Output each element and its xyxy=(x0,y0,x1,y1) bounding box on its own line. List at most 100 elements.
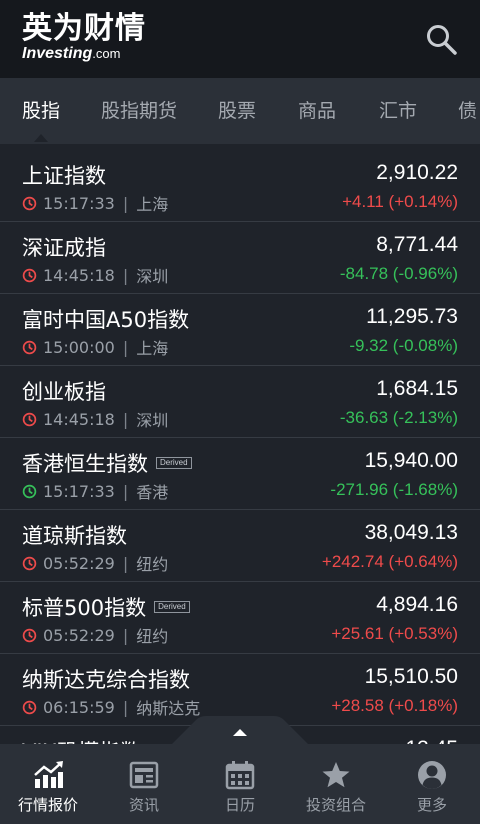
nav-more-label: 更多 xyxy=(416,796,447,814)
index-name-text: 创业板指 xyxy=(22,380,106,404)
meta-separator: | xyxy=(122,697,129,717)
category-tabs: 股指 股指期货 股票 商品 汇市 债 xyxy=(0,78,480,144)
index-price: 15,510.50 xyxy=(364,665,458,688)
clock-icon xyxy=(22,556,37,570)
meta-separator: | xyxy=(122,553,129,573)
calendar-icon xyxy=(225,761,255,790)
meta-separator: | xyxy=(122,481,129,501)
nav-quotes-label: 行情报价 xyxy=(17,796,78,814)
index-list: 上证指数 15:17:33 | 上海 2,910.22 +4.11 (+0.14%) 深证成… xyxy=(0,150,480,744)
index-market: 深圳 xyxy=(136,411,169,430)
index-time: 14:45:18 xyxy=(43,409,115,429)
nav-portfolio-label: 投资组合 xyxy=(305,796,366,814)
index-name-text: 纳斯达克综合指数 xyxy=(22,668,190,692)
clock-icon xyxy=(22,484,37,498)
derived-badge: Derived xyxy=(154,601,190,613)
index-time: 05:52:29 xyxy=(43,553,115,573)
index-name: 创业板指 xyxy=(22,376,106,406)
index-name: 道琼斯指数 xyxy=(22,520,127,550)
meta-separator: | xyxy=(122,337,129,357)
index-price: 1,684.15 xyxy=(376,377,458,400)
index-price: 15,940.00 xyxy=(364,449,458,472)
index-change: -36.63 (-2.13%) xyxy=(339,408,458,427)
index-row[interactable]: 标普500指数 Derived 05:52:29 | 纽约 4,894.16 +25.61 … xyxy=(0,582,480,654)
index-price: 38,049.13 xyxy=(364,521,458,544)
clock-icon xyxy=(22,196,37,210)
index-time: 05:52:29 xyxy=(43,625,115,645)
index-row[interactable]: 富时中国A50指数 15:00:00 | 上海 11,295.73 -9.32 (-0.0… xyxy=(0,294,480,366)
index-price: 8,771.44 xyxy=(376,233,458,256)
index-market: 上海 xyxy=(136,339,169,358)
index-market: 香港 xyxy=(136,483,169,502)
index-meta: 15:17:33 | 上海 xyxy=(22,191,168,215)
index-market: 纽约 xyxy=(136,555,169,574)
tab-index-futures[interactable]: 股指期货 xyxy=(101,78,177,144)
logo-chinese: 英为财情 xyxy=(22,11,146,46)
clock-icon xyxy=(22,268,37,282)
user-icon xyxy=(418,761,446,789)
index-meta: 15:17:33 | 香港 xyxy=(22,479,168,503)
meta-separator: | xyxy=(122,409,129,429)
index-name-text: 富时中国A50指数 xyxy=(22,308,190,332)
index-time: 15:00:00 xyxy=(43,337,115,357)
index-change: +28.58 (+0.18%) xyxy=(331,696,458,715)
nav-portfolio[interactable]: 投资组合 xyxy=(288,744,384,824)
index-change: -84.78 (-0.96%) xyxy=(339,264,458,283)
index-name: VIX恐慌指数 xyxy=(22,736,141,744)
meta-separator: | xyxy=(122,193,129,213)
star-icon xyxy=(322,762,350,788)
index-meta: 05:52:29 | 纽约 xyxy=(22,623,168,647)
index-row[interactable]: 创业板指 14:45:18 | 深圳 1,684.15 -36.63 (-2.13%) xyxy=(0,366,480,438)
chevron-up-icon[interactable] xyxy=(170,716,310,746)
search-icon[interactable] xyxy=(424,22,458,56)
nav-news[interactable]: 资讯 xyxy=(96,744,192,824)
nav-quotes[interactable]: 行情报价 xyxy=(0,744,96,824)
clock-icon xyxy=(22,700,37,714)
clock-icon xyxy=(22,340,37,354)
index-name: 纳斯达克综合指数 xyxy=(22,664,190,694)
index-market: 深圳 xyxy=(136,267,169,286)
index-change: +4.11 (+0.14%) xyxy=(342,192,458,211)
active-tab-indicator xyxy=(34,134,48,142)
index-name: 富时中国A50指数 xyxy=(22,304,189,334)
index-price: 2,910.22 xyxy=(376,161,458,184)
index-name: 香港恒生指数 Derived xyxy=(22,448,192,478)
tab-commodities[interactable]: 商品 xyxy=(298,78,336,144)
index-price: 4,894.16 xyxy=(376,593,458,616)
nav-calendar[interactable]: 日历 xyxy=(192,744,288,824)
nav-more[interactable]: 更多 xyxy=(384,744,480,824)
index-meta: 14:45:18 | 深圳 xyxy=(22,407,168,431)
tab-bonds[interactable]: 债 xyxy=(458,78,477,144)
chart-trend-icon xyxy=(34,761,63,788)
index-meta: 15:00:00 | 上海 xyxy=(22,335,168,359)
nav-news-label: 资讯 xyxy=(128,796,159,814)
index-time: 06:15:59 xyxy=(43,697,115,717)
news-icon xyxy=(129,761,159,789)
tab-stocks[interactable]: 股票 xyxy=(218,78,256,144)
index-name: 深证成指 xyxy=(22,232,106,262)
nav-calendar-label: 日历 xyxy=(224,796,255,814)
index-change: +25.61 (+0.53%) xyxy=(331,624,458,643)
logo-english: Investing.com xyxy=(22,45,146,63)
app-header: 英为财情 Investing.com xyxy=(0,0,480,78)
index-name-text: 上证指数 xyxy=(22,164,106,188)
index-row[interactable]: 道琼斯指数 05:52:29 | 纽约 38,049.13 +242.74 (+0.64%… xyxy=(0,510,480,582)
index-time: 15:17:33 xyxy=(43,481,115,501)
logo-english-name: Investing xyxy=(22,45,93,62)
meta-separator: | xyxy=(122,265,129,285)
index-name-text: 道琼斯指数 xyxy=(22,524,127,548)
index-row[interactable]: 上证指数 15:17:33 | 上海 2,910.22 +4.11 (+0.14%) xyxy=(0,150,480,222)
index-name: 上证指数 xyxy=(22,160,106,190)
index-name-text: 标普500指数 xyxy=(22,596,147,620)
index-change: -271.96 (-1.68%) xyxy=(330,480,458,499)
investing-logo: 英为财情 Investing.com xyxy=(22,12,146,63)
tab-forex[interactable]: 汇市 xyxy=(379,78,417,144)
index-row[interactable]: 深证成指 14:45:18 | 深圳 8,771.44 -84.78 (-0.96%) xyxy=(0,222,480,294)
index-change: +242.74 (+0.64%) xyxy=(321,552,458,571)
index-row[interactable]: 香港恒生指数 Derived 15:17:33 | 香港 15,940.00 -271.96… xyxy=(0,438,480,510)
bottom-navigation: 行情报价 资讯 日历 投资组合 更多 xyxy=(0,744,480,824)
meta-separator: | xyxy=(122,625,129,645)
index-time: 15:17:33 xyxy=(43,193,115,213)
index-name-text: 香港恒生指数 xyxy=(22,452,148,476)
derived-badge: Derived xyxy=(156,457,192,469)
